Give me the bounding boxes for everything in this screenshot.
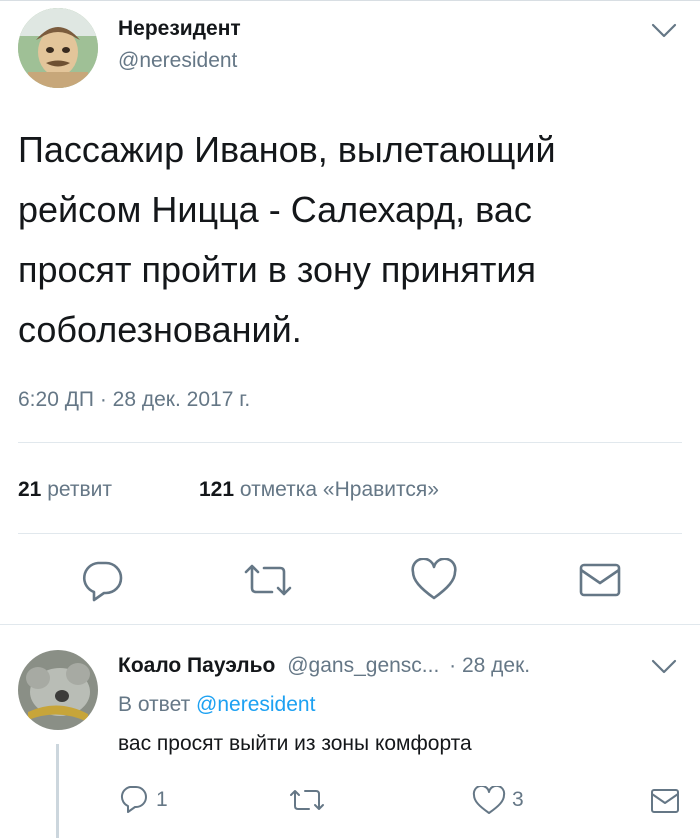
retweet-count: 21 xyxy=(18,478,42,501)
retweet-label: ретвит xyxy=(47,478,112,501)
author-avatar[interactable] xyxy=(18,8,98,88)
retweet-stat[interactable]: 21 ретвит xyxy=(18,478,112,502)
top-divider xyxy=(0,0,700,1)
tweet-text: Пассажир Иванов, вылетающий рейсом Ницца… xyxy=(18,120,556,360)
tweet-text-line: Пассажир Иванов, вылетающий xyxy=(18,129,556,170)
stats-divider-bottom xyxy=(18,533,682,534)
reply-reply-icon[interactable] xyxy=(118,784,148,814)
retweet-icon[interactable] xyxy=(242,560,294,600)
author-name[interactable]: Нерезидент xyxy=(118,17,241,41)
chevron-down-icon[interactable] xyxy=(650,22,678,40)
reply-author-avatar[interactable] xyxy=(18,650,98,730)
reply-text: вас просят выйти из зоны комфорта xyxy=(118,732,472,755)
author-handle[interactable]: @neresident xyxy=(118,49,237,73)
reply-chevron-down-icon[interactable] xyxy=(650,658,678,676)
reply-reply-count: 1 xyxy=(156,788,168,811)
reply-like-icon[interactable] xyxy=(472,786,506,816)
reply-icon[interactable] xyxy=(80,558,124,602)
reply-dm-icon[interactable] xyxy=(650,788,680,814)
in-reply-to: В ответ @neresident xyxy=(118,693,315,717)
reply-divider xyxy=(0,624,700,625)
dm-icon[interactable] xyxy=(578,562,622,598)
in-reply-prefix: В ответ xyxy=(118,693,191,716)
tweet-text-line: соболезнований. xyxy=(18,309,302,350)
tweet-timestamp[interactable]: 6:20 ДП · 28 дек. 2017 г. xyxy=(18,388,250,412)
reply-retweet-icon[interactable] xyxy=(288,786,326,814)
like-label: отметка «Нравится» xyxy=(239,478,439,501)
reply-header: Коало Пауэльо @gans_gensc... · 28 дек. xyxy=(118,654,530,678)
tweet-text-line: просят пройти в зону принятия xyxy=(18,249,536,290)
reply-thread-line xyxy=(56,744,59,838)
in-reply-handle-link[interactable]: @neresident xyxy=(196,693,315,716)
reply-like-count: 3 xyxy=(512,788,524,811)
tweet-text-line: рейсом Ницца - Салехард, вас xyxy=(18,189,532,230)
like-count: 121 xyxy=(199,478,235,501)
reply-date[interactable]: · 28 дек. xyxy=(449,654,530,677)
reply-author-name[interactable]: Коало Пауэльо xyxy=(118,654,275,677)
like-icon[interactable] xyxy=(410,558,458,602)
stats-divider-top xyxy=(18,442,682,443)
like-stat[interactable]: 121 отметка «Нравится» xyxy=(199,478,439,502)
reply-author-handle[interactable]: @gans_gensc... xyxy=(287,654,439,677)
